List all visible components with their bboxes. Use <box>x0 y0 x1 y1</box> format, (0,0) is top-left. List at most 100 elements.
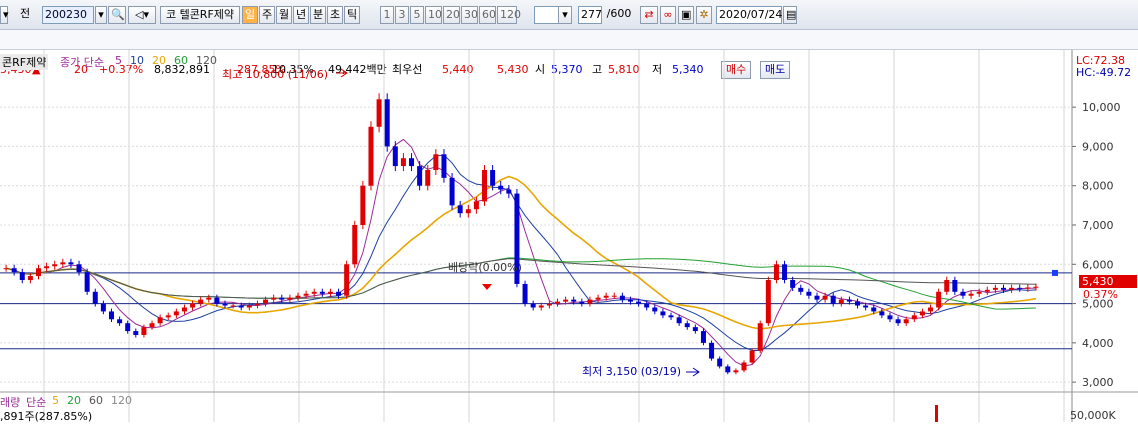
candle-body <box>125 323 131 332</box>
candle-body <box>668 315 674 318</box>
candle-body <box>733 370 739 373</box>
period-tab-6[interactable]: 틱 <box>344 6 360 24</box>
y-tick-label: 3,000 <box>1082 376 1114 389</box>
candle-body <box>830 295 836 304</box>
candle-body <box>465 209 471 214</box>
vol-legend-1: 20 <box>67 394 81 407</box>
date-input[interactable]: 2020/07/24 <box>716 6 782 24</box>
price-tag: 5,430 <box>1079 275 1137 288</box>
candle-body <box>360 185 366 225</box>
candle-body <box>303 293 309 296</box>
arrows-icon[interactable]: ⇄ <box>640 6 658 24</box>
candle-body <box>749 350 755 363</box>
code-dropdown-button[interactable]: ▾ <box>95 6 107 24</box>
count-input[interactable]: 277 <box>578 6 602 24</box>
interval-button-2[interactable]: 5 <box>410 6 424 24</box>
interval-button-7[interactable]: 120 <box>497 6 521 24</box>
stock-name-field[interactable]: 코 텔콘RF제약 <box>160 6 240 24</box>
candle-body <box>855 301 861 306</box>
low-arrow <box>686 367 700 377</box>
candle-body <box>838 299 844 304</box>
candle-body <box>814 295 820 300</box>
interval-button-1[interactable]: 3 <box>395 6 409 24</box>
candle-body <box>587 299 593 304</box>
period-tab-0[interactable]: 일 <box>242 6 258 24</box>
candle-body <box>879 311 885 316</box>
candle-body <box>506 189 512 194</box>
interval-button-3[interactable]: 10 <box>425 6 442 24</box>
candle-body <box>254 303 260 306</box>
y-tick-label: 6,000 <box>1082 258 1114 271</box>
candle-body <box>19 272 25 280</box>
candle-body <box>887 315 893 320</box>
period-tab-2[interactable]: 월 <box>276 6 292 24</box>
candle-body <box>490 170 496 186</box>
vol-legend-3: 120 <box>111 394 132 407</box>
vol-legend-2: 60 <box>89 394 103 407</box>
candle-body <box>68 262 74 265</box>
candle-body <box>392 146 398 167</box>
candle-body <box>368 126 374 186</box>
candle-body <box>344 264 350 296</box>
interval-button-5[interactable]: 30 <box>461 6 478 24</box>
interval-button-4[interactable]: 20 <box>443 6 460 24</box>
candle-body <box>806 291 812 296</box>
candle-body <box>425 170 431 186</box>
candle-body <box>35 268 41 277</box>
candle-body <box>944 280 950 292</box>
calendar-icon[interactable]: ▤ <box>783 6 797 24</box>
candle-body <box>246 305 252 308</box>
stock-legend: 콘RF제약 <box>0 54 49 70</box>
candle-body <box>295 295 301 298</box>
dividend-marker: 배당락(0.00%) <box>448 261 522 274</box>
interval-button-0[interactable]: 1 <box>380 6 394 24</box>
candle-body <box>230 305 236 307</box>
candle-body <box>984 289 990 292</box>
period-tab-1[interactable]: 주 <box>259 6 275 24</box>
candle-body <box>173 311 179 316</box>
count-total: /600 <box>606 7 632 20</box>
range-dropdown-button[interactable]: ▾ <box>558 6 572 24</box>
period-tab-3[interactable]: 년 <box>293 6 309 24</box>
candle-body <box>206 297 212 300</box>
pct-tag: 0.37% <box>1083 288 1118 301</box>
link-icon[interactable]: ∞ <box>660 6 676 24</box>
search-icon[interactable]: 🔍 <box>108 6 126 24</box>
candle-body <box>895 319 901 324</box>
candle-body <box>181 307 187 312</box>
candle-body <box>627 299 633 302</box>
candle-body <box>92 291 98 304</box>
speaker-icon[interactable]: ◁▾ <box>128 6 156 24</box>
save-icon[interactable]: ▣ <box>678 6 694 24</box>
candle-body <box>960 291 966 296</box>
period-tab-4[interactable]: 분 <box>310 6 326 24</box>
gear-icon[interactable]: ✲ <box>696 6 712 24</box>
ma-legend-title: 종가 단순 <box>60 56 104 69</box>
candle-body <box>741 362 747 371</box>
stock-code-input[interactable]: 200230 <box>42 6 94 24</box>
candle-body <box>676 317 682 324</box>
hc-value: HC:-49.72 <box>1076 66 1132 79</box>
period-tab-5[interactable]: 초 <box>327 6 343 24</box>
candle-body <box>157 317 163 324</box>
candle-body <box>554 301 560 304</box>
y-tick-label: 4,000 <box>1082 337 1114 350</box>
ma-line-5 <box>5 138 1036 367</box>
candle-body <box>619 295 625 300</box>
candle-body <box>522 283 528 304</box>
candle-body <box>692 327 698 332</box>
candle-body <box>919 311 925 316</box>
menu-arrow-button[interactable]: ▾ <box>0 6 9 24</box>
candle-body <box>417 166 423 186</box>
candle-body <box>1033 286 1039 288</box>
candle-body <box>611 295 617 297</box>
candle-body <box>400 158 406 167</box>
candle-body <box>863 305 869 308</box>
candle-body <box>3 268 9 270</box>
candlestick-chart[interactable]: 10,000 9,000 8,000 7,000 6,000 5,000 4,000 3,00… <box>0 50 1138 423</box>
interval-button-6[interactable]: 60 <box>479 6 496 24</box>
candle-body <box>214 297 220 304</box>
candle-body <box>198 299 204 304</box>
candle-body <box>287 297 293 300</box>
candle-body <box>717 358 723 367</box>
